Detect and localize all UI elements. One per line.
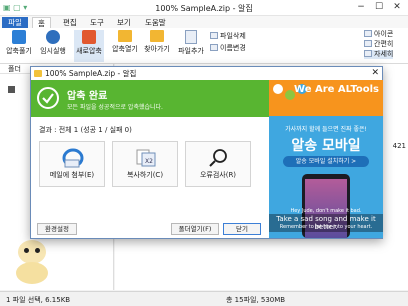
delete-file-button[interactable]: 파일삭제 xyxy=(210,32,246,41)
copy-icon: X2 xyxy=(136,149,156,167)
attach-mail-button[interactable]: 메일에 첨부(E) xyxy=(39,141,105,187)
rename-icon xyxy=(210,44,218,51)
check-icon xyxy=(37,87,59,109)
locate-button[interactable]: 찾아가기 xyxy=(142,30,172,54)
extract-button[interactable]: 압축풀기 xyxy=(4,30,34,56)
view-simple-label: 간편히 xyxy=(374,40,394,48)
success-banner: 압축 완료 모든 파일을 성공적으로 압축했습니다. xyxy=(31,80,269,117)
run-icon xyxy=(46,30,60,44)
ie-mail-icon xyxy=(62,148,84,168)
menu-tools[interactable]: 도구 xyxy=(85,17,109,28)
menu-bar: 파일 홈 편집 도구 보기 도움말 xyxy=(0,16,408,28)
dialog-close-icon[interactable]: ✕ xyxy=(371,67,379,80)
copy-label: 복사하기(C) xyxy=(126,171,164,179)
close-icon[interactable]: ✕ xyxy=(388,1,406,14)
extract-label: 압축풀기 xyxy=(6,47,32,55)
menu-view[interactable]: 보기 xyxy=(112,17,136,28)
window-title: 100% SampleA.zip - 알집 xyxy=(155,4,253,13)
temp-run-label: 임시실행 xyxy=(40,47,66,55)
compress-complete-dialog: 100% SampleA.zip - 알집 ✕ 압축 완료 모든 파일을 성공적… xyxy=(30,66,383,239)
result-text: 결과 : 전체 1 (성공 1 / 실패 0) xyxy=(39,126,132,134)
error-check-label: 오류검사(R) xyxy=(199,171,237,179)
mascot-image xyxy=(12,240,52,286)
extract-icon xyxy=(12,30,26,44)
altools-ad-panel[interactable]: We Are ALTools 가사까지 할께 들으면 진짜 좋은! 알송 모바일… xyxy=(269,80,383,238)
rename-button[interactable]: 이름변경 xyxy=(210,44,246,53)
settings-button[interactable]: 환경설정 xyxy=(37,223,77,235)
app-icon xyxy=(34,70,42,77)
banner-title: 압축 완료 xyxy=(67,91,108,102)
delete-file-label: 파일삭제 xyxy=(220,32,246,40)
delete-icon xyxy=(210,32,218,39)
view-detail-label: 자세히 xyxy=(374,50,394,58)
copy-button[interactable]: X2 복사하기(C) xyxy=(112,141,178,187)
view-icons-label: 아이콘 xyxy=(374,30,394,38)
ad-body: 가사까지 할께 들으면 진짜 좋은! 알송 모바일 알송 모바일 설치하기 > … xyxy=(269,116,383,238)
banner-subtitle: 모든 파일을 성공적으로 압축했습니다. xyxy=(67,104,163,111)
dialog-title-bar: 100% SampleA.zip - 알집 ✕ xyxy=(31,67,382,80)
size-value: 421 xyxy=(392,142,406,150)
icons-view-icon xyxy=(364,30,372,37)
simple-view-icon xyxy=(364,40,372,47)
ad-install-button[interactable]: 알송 모바일 설치하기 > xyxy=(283,156,369,167)
add-file-button[interactable]: 파일추가 xyxy=(176,30,206,56)
status-left: 1 파일 선택, 6.15KB xyxy=(6,296,71,304)
add-file-icon xyxy=(185,30,197,44)
error-check-button[interactable]: 오류검사(R) xyxy=(185,141,251,187)
view-simple-button[interactable]: 간편히 xyxy=(364,40,393,49)
view-detail-button[interactable]: 자세히 xyxy=(364,50,394,59)
attach-mail-label: 메일에 첨부(E) xyxy=(49,171,95,179)
app-window: ▣ ▢ ▾ 100% SampleA.zip - 알집 − ☐ ✕ 파일 홈 편… xyxy=(0,0,408,306)
add-file-label: 파일추가 xyxy=(178,47,204,55)
new-compress-label: 새로압축 xyxy=(76,47,102,55)
ad-character-icon xyxy=(273,84,283,94)
folder-arrow-icon xyxy=(150,30,164,42)
ad-tagline: 가사까지 할께 들으면 진짜 좋은! xyxy=(285,126,367,133)
open-archive-button[interactable]: 압축열기 xyxy=(110,30,140,54)
new-compress-button[interactable]: 새로압축 xyxy=(74,30,104,62)
svg-text:X2: X2 xyxy=(145,158,153,165)
magnifier-icon xyxy=(209,149,227,167)
ad-lyric-3: Remember to let her into your heart. xyxy=(279,224,373,230)
ad-header: We Are ALTools xyxy=(269,80,383,116)
tree-node-icon[interactable] xyxy=(8,86,15,93)
menu-home[interactable]: 홈 xyxy=(32,17,51,28)
detail-view-icon xyxy=(364,50,372,57)
maximize-icon[interactable]: ☐ xyxy=(370,1,388,14)
temp-run-button[interactable]: 임시실행 xyxy=(38,30,68,56)
menu-edit[interactable]: 편집 xyxy=(58,17,82,28)
ribbon: 압축풀기 임시실행 새로압축 압축열기 찾아가기 파일추가 파일삭제 이름변경 … xyxy=(0,28,408,64)
menu-help[interactable]: 도움말 xyxy=(140,17,171,28)
locate-label: 찾아가기 xyxy=(144,45,170,53)
open-archive-label: 압축열기 xyxy=(112,45,138,53)
title-bar: ▣ ▢ ▾ 100% SampleA.zip - 알집 − ☐ ✕ xyxy=(0,0,408,16)
rename-label: 이름변경 xyxy=(220,44,246,52)
minimize-icon[interactable]: − xyxy=(352,1,370,14)
folder-icon xyxy=(118,30,132,42)
compress-icon xyxy=(82,30,96,44)
ad-logo: We Are ALTools xyxy=(294,84,379,95)
view-icons-button[interactable]: 아이콘 xyxy=(364,30,393,39)
status-bar: 1 파일 선택, 6.15KB 총 15파일, 530MB xyxy=(0,291,408,306)
dialog-title: 100% SampleA.zip - 알집 xyxy=(45,69,137,78)
open-folder-button[interactable]: 폴더열기(F) xyxy=(171,223,219,235)
ad-headline: 알송 모바일 xyxy=(291,138,361,154)
menu-file[interactable]: 파일 xyxy=(2,17,28,28)
close-button[interactable]: 닫기 xyxy=(223,223,261,235)
status-right: 총 15파일, 530MB xyxy=(226,296,286,304)
